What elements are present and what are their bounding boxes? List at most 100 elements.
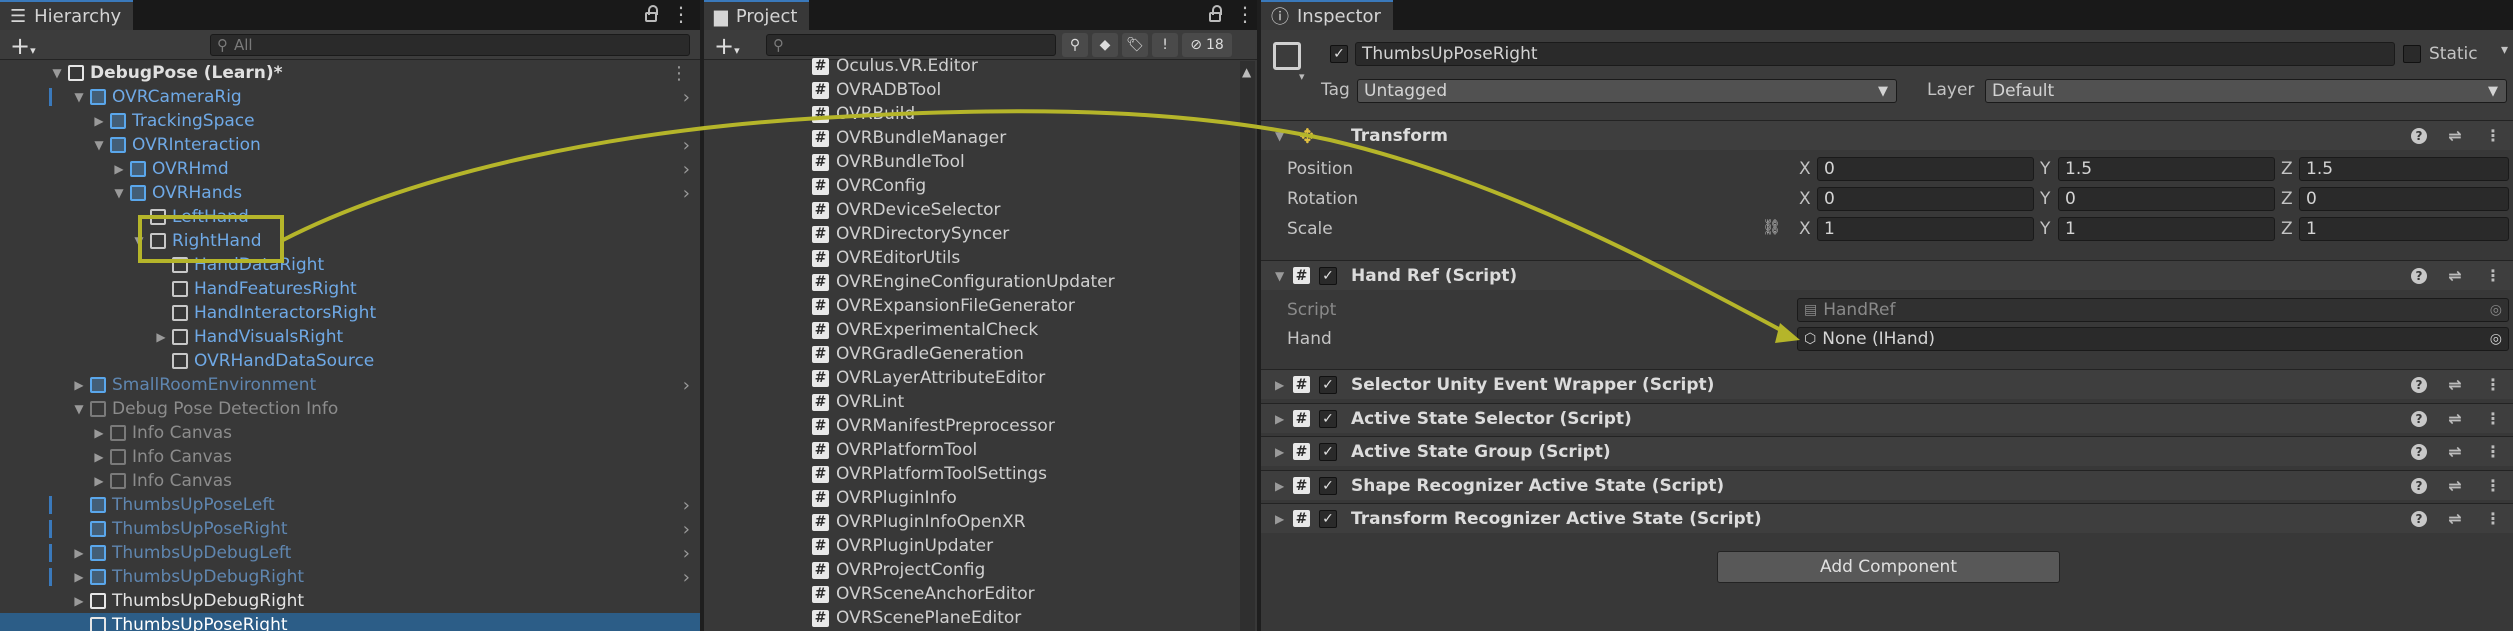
list-item[interactable]: # OVRDeviceSelector xyxy=(812,198,1001,222)
expand-arrow-icon[interactable]: ▼ xyxy=(1275,129,1284,143)
expand-arrow-icon[interactable]: ▶ xyxy=(92,450,106,464)
list-item[interactable]: ▼ OVRCameraRig › xyxy=(0,85,700,109)
kebab-menu-icon[interactable]: ⋮ xyxy=(2483,442,2503,462)
list-item[interactable]: # OVRLint xyxy=(812,390,904,414)
expand-arrow-icon[interactable]: ▶ xyxy=(1275,445,1284,459)
kebab-menu-icon[interactable]: ⋮ xyxy=(2483,476,2503,496)
list-item[interactable]: # OVRBuild xyxy=(812,102,915,126)
component-header[interactable]: ▶ # ✓ Transform Recognizer Active State … xyxy=(1261,503,2513,533)
component-enabled-checkbox[interactable]: ✓ xyxy=(1319,266,1337,285)
component-enabled-checkbox[interactable]: ✓ xyxy=(1319,476,1337,495)
scale-z-field[interactable]: 1 xyxy=(2299,217,2509,241)
transform-component-header[interactable]: ▼ ✥ Transform ? ⇌ ⋮ xyxy=(1261,120,2513,150)
expand-arrow-icon[interactable]: ▶ xyxy=(72,594,86,608)
list-item[interactable]: # OVRScenePlaneEditor xyxy=(812,606,1021,630)
project-scrollbar[interactable]: ▲ xyxy=(1240,61,1255,631)
list-item[interactable]: # OVRLayerAttributeEditor xyxy=(812,366,1045,390)
preset-icon[interactable]: ⇌ xyxy=(2445,266,2465,286)
help-icon[interactable]: ? xyxy=(2411,376,2427,393)
chevron-right-icon[interactable]: › xyxy=(683,159,690,180)
expand-arrow-icon[interactable]: ▶ xyxy=(92,426,106,440)
position-z-field[interactable]: 1.5 xyxy=(2299,157,2509,181)
expand-arrow-icon[interactable]: ▶ xyxy=(112,162,126,176)
kebab-menu-icon[interactable]: ⋮ xyxy=(670,63,688,84)
component-enabled-checkbox[interactable]: ✓ xyxy=(1319,509,1337,528)
hand-field[interactable]: ⬡ None (IHand) ◎ xyxy=(1797,327,2509,351)
chevron-right-icon[interactable]: › xyxy=(683,87,690,108)
list-item[interactable]: ▶ Info Canvas xyxy=(0,445,700,469)
expand-arrow-icon[interactable]: ▼ xyxy=(112,186,126,200)
expand-arrow-icon[interactable]: ▼ xyxy=(92,138,106,152)
list-item[interactable]: # OVRBundleManager xyxy=(812,126,1006,150)
list-item-selected[interactable]: ThumbsUpPoseRight xyxy=(0,613,700,631)
list-item[interactable]: ▼ RightHand xyxy=(0,229,700,253)
list-item[interactable]: # OVRPlatformTool xyxy=(812,438,977,462)
layer-dropdown[interactable]: Default ▼ xyxy=(1985,79,2507,103)
preset-icon[interactable]: ⇌ xyxy=(2445,509,2465,529)
component-enabled-checkbox[interactable]: ✓ xyxy=(1319,375,1337,394)
chevron-right-icon[interactable]: › xyxy=(683,519,690,540)
static-dropdown-icon[interactable]: ▾ xyxy=(2501,42,2508,58)
list-item[interactable]: ▶ SmallRoomEnvironment › xyxy=(0,373,700,397)
list-item[interactable]: # OVRDirectorySyncer xyxy=(812,222,1009,246)
position-x-field[interactable]: 0 xyxy=(1817,157,2034,181)
component-header[interactable]: ▶ # ✓ Selector Unity Event Wrapper (Scri… xyxy=(1261,369,2513,399)
inspector-tab[interactable]: ⓘ Inspector xyxy=(1261,0,1393,30)
component-enabled-checkbox[interactable]: ✓ xyxy=(1319,409,1337,428)
component-header[interactable]: ▶ # ✓ Active State Group (Script) ? ⇌ ⋮ xyxy=(1261,436,2513,466)
list-item[interactable]: ▶ HandVisualsRight xyxy=(0,325,700,349)
list-item[interactable]: ▼ Debug Pose Detection Info xyxy=(0,397,700,421)
project-tab[interactable]: ▆ Project xyxy=(704,0,810,30)
console-warning-icon[interactable]: ! xyxy=(1152,33,1178,57)
rotation-x-field[interactable]: 0 xyxy=(1817,187,2034,211)
expand-arrow-icon[interactable]: ▶ xyxy=(72,546,86,560)
list-item[interactable]: # OVRPluginInfo xyxy=(812,486,957,510)
position-y-field[interactable]: 1.5 xyxy=(2058,157,2275,181)
list-item[interactable]: ▶ ThumbsUpDebugRight xyxy=(0,589,700,613)
kebab-menu-icon[interactable]: ⋮ xyxy=(2483,509,2503,529)
expand-arrow-icon[interactable]: ▶ xyxy=(92,474,106,488)
link-icon[interactable]: ⛓ xyxy=(1762,218,1781,236)
expand-arrow-icon[interactable]: ▼ xyxy=(1275,269,1284,283)
active-checkbox[interactable]: ✓ xyxy=(1330,45,1348,63)
list-item[interactable]: # OVREditorUtils xyxy=(812,246,960,270)
list-item[interactable]: ▶ Info Canvas xyxy=(0,469,700,493)
hidden-packages-toggle[interactable]: ⊘ 18 xyxy=(1182,33,1232,57)
expand-arrow-icon[interactable]: ▶ xyxy=(1275,378,1284,392)
add-component-button[interactable]: Add Component xyxy=(1717,551,2060,583)
kebab-menu-icon[interactable]: ⋮ xyxy=(2483,375,2503,395)
preset-icon[interactable]: ⇌ xyxy=(2445,126,2465,146)
rotation-y-field[interactable]: 0 xyxy=(2058,187,2275,211)
preset-icon[interactable]: ⇌ xyxy=(2445,476,2465,496)
chevron-right-icon[interactable]: › xyxy=(683,567,690,588)
list-item[interactable]: ThumbsUpPoseLeft › xyxy=(0,493,700,517)
scale-x-field[interactable]: 1 xyxy=(1817,217,2034,241)
create-dropdown-button[interactable]: +▾ xyxy=(714,32,740,60)
list-item[interactable]: HandFeaturesRight xyxy=(0,277,700,301)
hierarchy-scene-root[interactable]: ▼ DebugPose (Learn)* ⋮ xyxy=(0,61,700,85)
chevron-right-icon[interactable]: › xyxy=(683,135,690,156)
list-item[interactable]: ▶ Info Canvas xyxy=(0,421,700,445)
list-item[interactable]: # OVREngineConfigurationUpdater xyxy=(812,270,1115,294)
static-checkbox[interactable] xyxy=(2403,45,2421,63)
object-picker-icon[interactable]: ◎ xyxy=(2490,331,2502,347)
kebab-menu-icon[interactable]: ⋮ xyxy=(2483,266,2503,286)
filter-by-label-icon[interactable]: 🏷 xyxy=(1122,33,1148,57)
filter-by-type-icon[interactable]: ◆ xyxy=(1092,33,1118,57)
component-header[interactable]: ▶ # ✓ Active State Selector (Script) ? ⇌… xyxy=(1261,403,2513,433)
kebab-menu-icon[interactable]: ⋮ xyxy=(2483,126,2503,146)
list-item[interactable]: # OVRADBTool xyxy=(812,78,941,102)
kebab-menu-icon[interactable]: ⋮ xyxy=(2483,409,2503,429)
preset-icon[interactable]: ⇌ xyxy=(2445,375,2465,395)
list-item[interactable]: # OVRExpansionFileGenerator xyxy=(812,294,1075,318)
help-icon[interactable]: ? xyxy=(2411,510,2427,527)
object-name-field[interactable]: ThumbsUpPoseRight xyxy=(1355,42,2395,66)
list-item[interactable]: # OVRConfig xyxy=(812,174,926,198)
help-icon[interactable]: ? xyxy=(2411,127,2427,144)
list-item[interactable]: ▼ OVRHands › xyxy=(0,181,700,205)
expand-arrow-icon[interactable]: ▶ xyxy=(1275,512,1284,526)
expand-arrow-icon[interactable]: ▼ xyxy=(132,234,146,248)
list-item[interactable]: # OVRManifestPreprocessor xyxy=(812,414,1055,438)
list-item[interactable]: # OVRSceneAnchorEditor xyxy=(812,582,1035,606)
search-filter-icon[interactable]: ⚲ xyxy=(1062,33,1088,57)
